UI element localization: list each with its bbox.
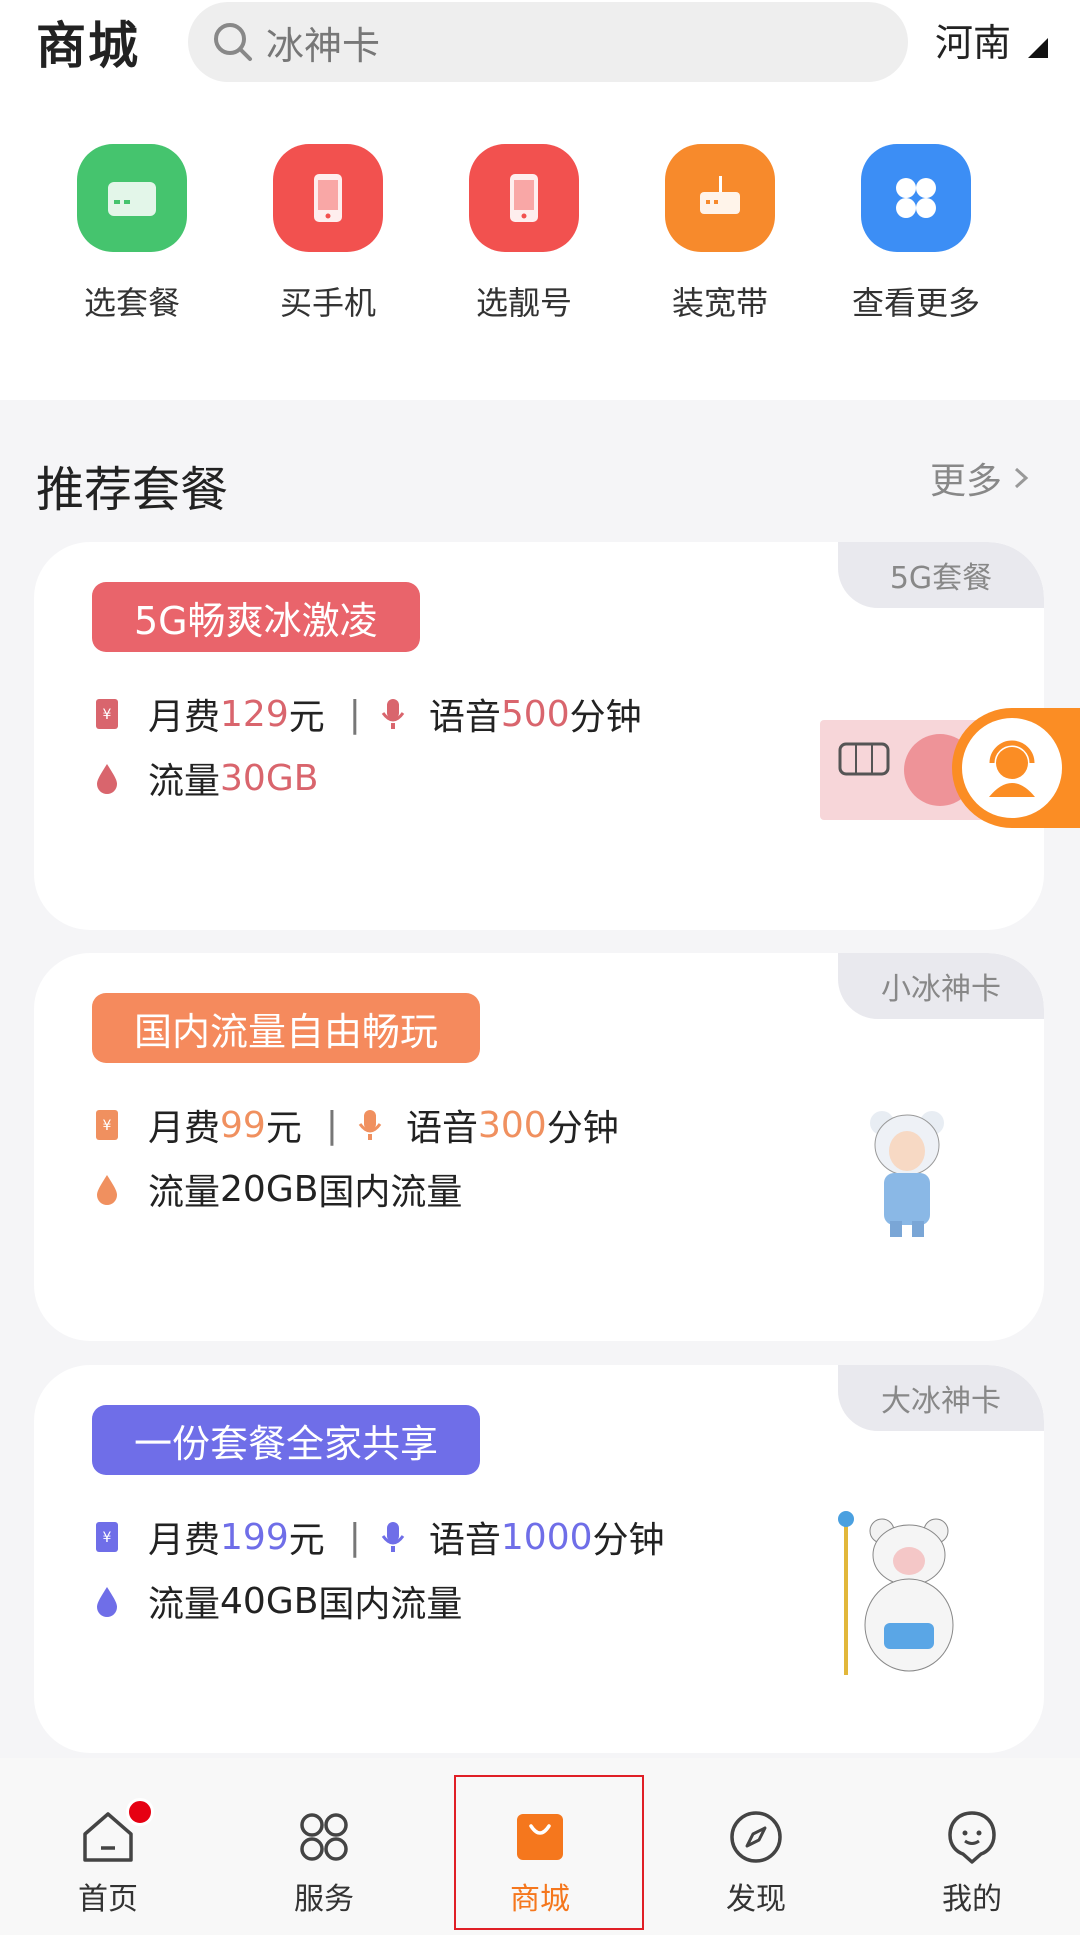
plan-card[interactable]: 大冰神卡 一份套餐全家共享 ¥ 月费 199 元 | 语音 1000 分钟 流量… xyxy=(34,1365,1044,1753)
quick-link-more[interactable]: 查看更多 xyxy=(818,144,1014,324)
plan-title: 5G畅爽冰激凌 xyxy=(92,582,420,652)
svg-text:¥: ¥ xyxy=(103,707,112,723)
page-title: 商城 xyxy=(36,17,140,75)
data-drop-icon xyxy=(97,764,117,794)
plan-fee-value: 129 xyxy=(220,693,289,735)
plan-fee-voice: ¥ 月费 99 元 | 语音 300 分钟 xyxy=(92,1099,619,1151)
plan-tag: 5G套餐 xyxy=(838,542,1044,608)
svg-text:¥: ¥ xyxy=(103,1530,112,1546)
plan-title: 一份套餐全家共享 xyxy=(92,1405,481,1475)
microphone-icon xyxy=(381,1522,405,1552)
more-link[interactable]: 更多 xyxy=(930,452,1034,504)
fee-icon: ¥ xyxy=(96,699,118,729)
microphone-icon xyxy=(381,699,405,729)
plan-data: 流量 40GB 国内流量 xyxy=(92,1575,462,1627)
svg-text:¥: ¥ xyxy=(103,1118,112,1134)
fee-icon: ¥ xyxy=(96,1110,118,1140)
plan-data: 流量 20GB 国内流量 xyxy=(92,1163,462,1215)
microphone-icon xyxy=(358,1110,382,1140)
headset-avatar-icon xyxy=(962,718,1062,818)
more-link-label: 更多 xyxy=(930,461,1003,502)
search-placeholder: 冰神卡 xyxy=(266,23,381,68)
nav-discover[interactable]: 发现 xyxy=(648,1758,864,1935)
mascot-bear-image xyxy=(838,1511,954,1675)
section-title: 推荐套餐 xyxy=(36,462,229,518)
nav-services[interactable]: 服务 xyxy=(216,1758,432,1935)
plan-tag: 大冰神卡 xyxy=(838,1365,1044,1431)
active-tab-highlight xyxy=(454,1775,644,1930)
dropdown-arrow-icon[interactable] xyxy=(1028,38,1048,58)
quick-link-label: 选靓号 xyxy=(475,284,572,322)
chevron-right-icon xyxy=(1015,467,1029,489)
search-input[interactable]: 冰神卡 xyxy=(188,2,908,82)
plan-fee-value: 199 xyxy=(220,1516,289,1558)
phone-icon xyxy=(273,144,383,252)
quick-link-plans[interactable]: 选套餐 xyxy=(34,144,230,324)
quick-link-label: 买手机 xyxy=(279,284,376,322)
plan-card[interactable]: 5G套餐 5G畅爽冰激凌 ¥ 月费 129 元 | 语音 500 分钟 流量 3… xyxy=(34,542,1044,930)
mascot-girl-image xyxy=(870,1111,944,1237)
plan-voice-value: 1000 xyxy=(500,1516,593,1558)
plan-tag: 小冰神卡 xyxy=(838,953,1044,1019)
data-drop-icon xyxy=(97,1587,117,1617)
profile-icon xyxy=(948,1811,996,1864)
data-drop-icon xyxy=(97,1175,117,1205)
fee-icon: ¥ xyxy=(96,1522,118,1552)
plan-data-value: 40GB xyxy=(220,1580,319,1622)
compass-icon xyxy=(730,1811,782,1863)
nav-label: 我的 xyxy=(942,1882,1002,1917)
region-selector[interactable]: 河南 xyxy=(935,12,1011,67)
plan-fee-voice: ¥ 月费 129 元 | 语音 500 分钟 xyxy=(92,688,642,740)
quick-link-label: 选套餐 xyxy=(83,284,180,322)
router-icon xyxy=(665,144,775,252)
header: 商城 冰神卡 河南 选套餐 买手机 选靓号 装宽带 查看更多 xyxy=(0,0,1080,400)
plan-voice-value: 300 xyxy=(478,1104,547,1146)
nav-label: 发现 xyxy=(726,1882,786,1917)
notification-dot xyxy=(126,1798,154,1826)
search-icon xyxy=(214,23,252,61)
card-icon xyxy=(77,144,187,252)
nav-home[interactable]: 首页 xyxy=(0,1758,216,1935)
plan-data: 流量 30GB xyxy=(92,752,318,804)
number-icon xyxy=(469,144,579,252)
services-icon xyxy=(300,1813,348,1861)
quick-link-numbers[interactable]: 选靓号 xyxy=(426,144,622,324)
quick-links: 选套餐 买手机 选靓号 装宽带 查看更多 xyxy=(0,144,1080,324)
nav-label: 首页 xyxy=(78,1882,138,1917)
quick-link-broadband[interactable]: 装宽带 xyxy=(622,144,818,324)
customer-service-button[interactable] xyxy=(952,708,1080,828)
plan-voice-value: 500 xyxy=(500,693,570,735)
nav-profile[interactable]: 我的 xyxy=(864,1758,1080,1935)
plan-fee-value: 99 xyxy=(220,1104,266,1146)
plan-data-value: 30GB xyxy=(220,757,319,799)
plan-card[interactable]: 小冰神卡 国内流量自由畅玩 ¥ 月费 99 元 | 语音 300 分钟 流量 2… xyxy=(34,953,1044,1341)
quick-link-phones[interactable]: 买手机 xyxy=(230,144,426,324)
grid-icon xyxy=(861,144,971,252)
plan-data-value: 20GB xyxy=(220,1168,319,1210)
plan-title: 国内流量自由畅玩 xyxy=(92,993,481,1063)
nav-label: 服务 xyxy=(294,1882,354,1917)
quick-link-label: 查看更多 xyxy=(851,284,980,322)
plan-fee-voice: ¥ 月费 199 元 | 语音 1000 分钟 xyxy=(92,1511,665,1563)
quick-link-label: 装宽带 xyxy=(671,284,768,322)
